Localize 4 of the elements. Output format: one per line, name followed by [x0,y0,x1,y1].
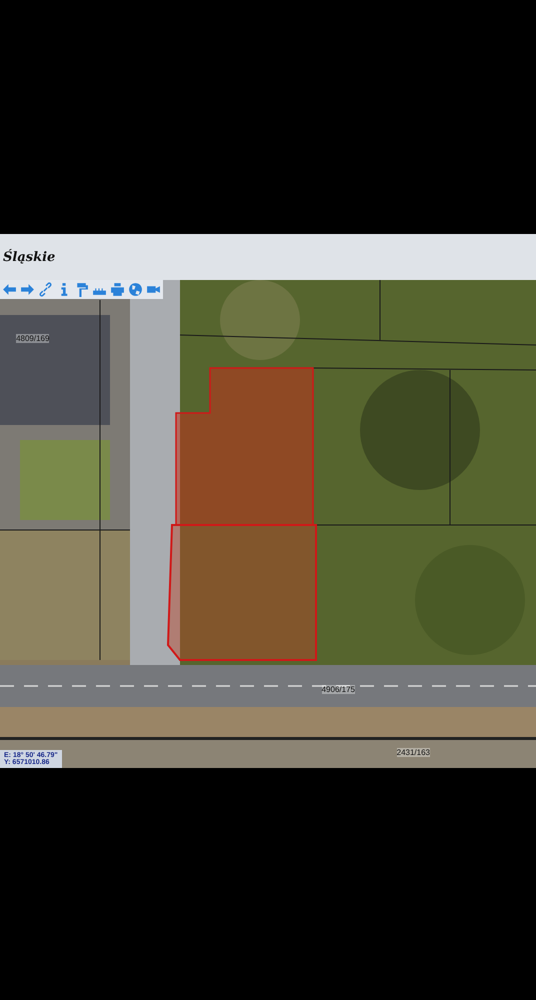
parcel-number: 2431/163 [396,748,430,758]
parcel-number: 4906/175 [322,685,355,694]
region-title: Śląskie [3,250,56,264]
parcel-number: 4809/169 [16,334,50,343]
